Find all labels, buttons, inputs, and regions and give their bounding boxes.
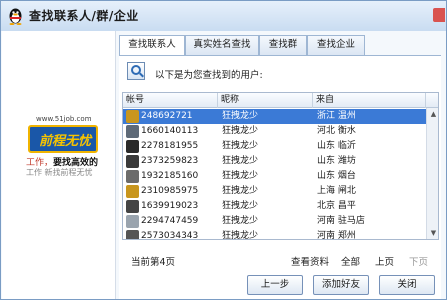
advertisement-panel: www.51job.com 前程无忧 工作，要找高效的 工作 新找前程无忧: [2, 31, 116, 299]
search-icon: [127, 62, 145, 80]
back-button[interactable]: 上一步: [247, 275, 303, 295]
search-results-panel: 以下是为您查找到的用户: 帐号 昵称 来自 248692721 狂拽龙少 浙江 温州…: [119, 56, 441, 299]
location-cell: 山东 潍坊: [317, 156, 356, 166]
table-row[interactable]: 2310985975 狂拽龙少 上海 闸北: [123, 184, 438, 199]
next-page-link[interactable]: 下页: [409, 254, 428, 268]
table-header: 帐号 昵称 来自: [123, 93, 438, 108]
table-row[interactable]: 2573034343 狂拽龙少 河南 郑州: [123, 229, 438, 240]
account-cell: 2294747459: [141, 216, 199, 226]
nickname-cell: 狂拽龙少: [222, 126, 259, 136]
location-cell: 上海 闸北: [317, 186, 356, 196]
account-cell: 2310985975: [141, 186, 199, 196]
tab-find-enterprise[interactable]: 查找企业: [307, 35, 365, 55]
ad-logo: 前程无忧: [28, 125, 98, 153]
location-cell: 浙江 温州: [317, 111, 356, 121]
page-indicator: 当前第4页: [131, 257, 176, 268]
table-row[interactable]: 1932185160 狂拽龙少 山东 烟台: [123, 169, 438, 184]
scroll-down-icon[interactable]: ▼: [427, 227, 438, 239]
column-account[interactable]: 帐号: [123, 93, 218, 108]
ad-slogan-secondary: 工作 新找前程无忧: [26, 168, 93, 177]
ad-logo-text: 前程无忧: [39, 134, 92, 149]
close-button[interactable]: 关闭: [379, 275, 435, 295]
previous-page-link[interactable]: 上页: [375, 254, 394, 268]
account-cell: 1932185160: [141, 171, 199, 181]
tab-find-contact[interactable]: 查找联系人: [119, 35, 185, 56]
user-avatar-icon: [126, 215, 139, 228]
table-row[interactable]: 248692721 狂拽龙少 浙江 温州: [123, 109, 438, 124]
user-avatar-icon: [126, 200, 139, 213]
nickname-cell: 狂拽龙少: [222, 186, 259, 196]
nickname-cell: 狂拽龙少: [222, 156, 259, 166]
close-window-icon[interactable]: [433, 8, 445, 22]
location-cell: 北京 昌平: [317, 201, 356, 211]
account-cell: 2573034343: [141, 231, 199, 240]
table-row[interactable]: 2373259823 狂拽龙少 山东 潍坊: [123, 154, 438, 169]
find-contacts-window: 查找联系人/群/企业 www.51job.com 前程无忧 工作，要找高效的 工…: [0, 0, 447, 300]
user-avatar-icon: [126, 155, 139, 168]
title-bar[interactable]: 查找联系人/群/企业: [1, 1, 446, 31]
user-avatar-icon: [126, 170, 139, 183]
user-avatar-icon: [126, 110, 139, 123]
account-cell: 2278181955: [141, 141, 199, 151]
user-avatar-icon: [126, 230, 139, 239]
tab-real-name-search[interactable]: 真实姓名查找: [185, 35, 259, 55]
nickname-cell: 狂拽龙少: [222, 231, 259, 240]
account-cell: 248692721: [141, 111, 193, 121]
table-row[interactable]: 1639919023 狂拽龙少 北京 昌平: [123, 199, 438, 214]
ad-url: www.51job.com: [36, 115, 92, 123]
account-cell: 2373259823: [141, 156, 199, 166]
ad-banner[interactable]: www.51job.com 前程无忧 工作，要找高效的 工作 新找前程无忧: [24, 111, 104, 211]
qq-penguin-icon: [9, 8, 22, 25]
account-cell: 1660140113: [141, 126, 199, 136]
view-profile-link[interactable]: 查看资料: [291, 254, 329, 268]
nickname-cell: 狂拽龙少: [222, 201, 259, 211]
results-table: 帐号 昵称 来自 248692721 狂拽龙少 浙江 温州 1660140113 狂拽龙…: [122, 92, 439, 240]
location-cell: 山东 烟台: [317, 171, 356, 181]
table-row[interactable]: 1660140113 狂拽龙少 河北 衡水: [123, 124, 438, 139]
tab-find-group[interactable]: 查找群: [259, 35, 307, 55]
nickname-cell: 狂拽龙少: [222, 141, 259, 151]
table-scrollbar[interactable]: ▲ ▼: [426, 108, 438, 239]
nickname-cell: 狂拽龙少: [222, 111, 259, 121]
show-all-link[interactable]: 全部: [341, 254, 360, 268]
column-nickname[interactable]: 昵称: [218, 93, 313, 108]
location-cell: 山东 临沂: [317, 141, 356, 151]
user-avatar-icon: [126, 140, 139, 153]
user-avatar-icon: [126, 125, 139, 138]
nickname-cell: 狂拽龙少: [222, 171, 259, 181]
account-cell: 1639919023: [141, 201, 199, 211]
location-cell: 河南 郑州: [317, 231, 356, 240]
window-title: 查找联系人/群/企业: [29, 9, 139, 23]
table-row[interactable]: 2294747459 狂拽龙少 河南 驻马店: [123, 214, 438, 229]
scroll-up-icon[interactable]: ▲: [427, 108, 438, 120]
column-from[interactable]: 来自: [313, 93, 426, 108]
nickname-cell: 狂拽龙少: [222, 216, 259, 226]
results-heading: 以下是为您查找到的用户:: [155, 70, 263, 81]
add-friend-button[interactable]: 添加好友: [313, 275, 369, 295]
table-row[interactable]: 2278181955 狂拽龙少 山东 临沂: [123, 139, 438, 154]
location-cell: 河北 衡水: [317, 126, 356, 136]
user-avatar-icon: [126, 185, 139, 198]
location-cell: 河南 驻马店: [317, 216, 365, 226]
